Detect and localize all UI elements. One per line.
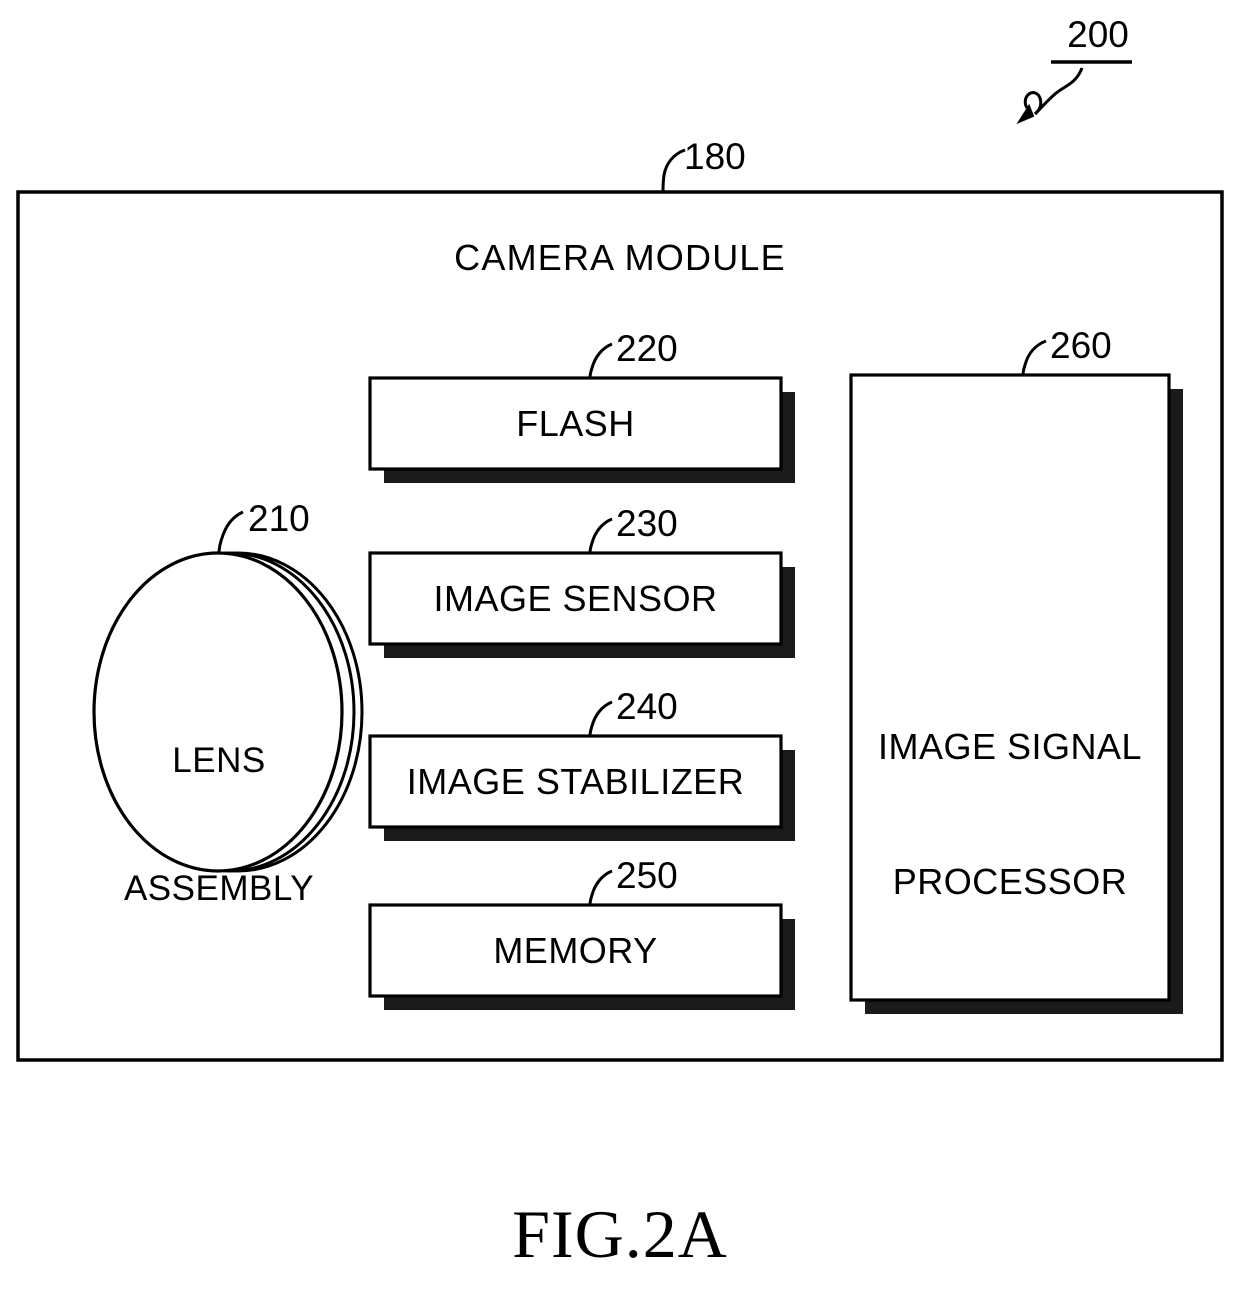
reference-label-220: 220 xyxy=(616,328,678,369)
reference-250-leader xyxy=(588,869,613,906)
figure-caption: FIG.2A xyxy=(512,1196,728,1272)
image-signal-processor-label-line1: IMAGE SIGNAL xyxy=(877,726,1143,767)
image-sensor-label: IMAGE SENSOR xyxy=(433,578,718,619)
memory-label: MEMORY xyxy=(493,930,658,971)
lens-assembly-label-line2: ASSEMBLY xyxy=(123,869,315,909)
image-signal-processor-label: IMAGE SIGNAL PROCESSOR xyxy=(851,634,1169,994)
reference-label-200: 200 xyxy=(1067,14,1129,55)
reference-210-leader xyxy=(217,510,244,554)
reference-180-leader xyxy=(661,148,686,193)
lens-assembly-label-line1: LENS xyxy=(172,741,266,781)
reference-label-180: 180 xyxy=(684,136,746,177)
reference-200-pointer xyxy=(1016,60,1132,125)
image-signal-processor-label-line2: PROCESSOR xyxy=(892,861,1128,902)
reference-label-210: 210 xyxy=(248,498,310,539)
reference-label-250: 250 xyxy=(616,855,678,896)
flash-label: FLASH xyxy=(516,403,635,444)
reference-260-leader xyxy=(1021,339,1047,376)
image-stabilizer-label: IMAGE STABILIZER xyxy=(406,761,745,802)
reference-label-240: 240 xyxy=(616,686,678,727)
figure-canvas: 200 180 CAMERA MODULE 210 LENS ASSEMBLY … xyxy=(0,0,1240,1313)
camera-module-title: CAMERA MODULE xyxy=(454,237,786,278)
reference-label-260: 260 xyxy=(1050,325,1112,366)
reference-240-leader xyxy=(588,700,613,737)
reference-230-leader xyxy=(588,517,613,554)
reference-label-230: 230 xyxy=(616,503,678,544)
lens-assembly-label: LENS ASSEMBLY xyxy=(94,655,344,997)
reference-220-leader xyxy=(588,342,613,379)
